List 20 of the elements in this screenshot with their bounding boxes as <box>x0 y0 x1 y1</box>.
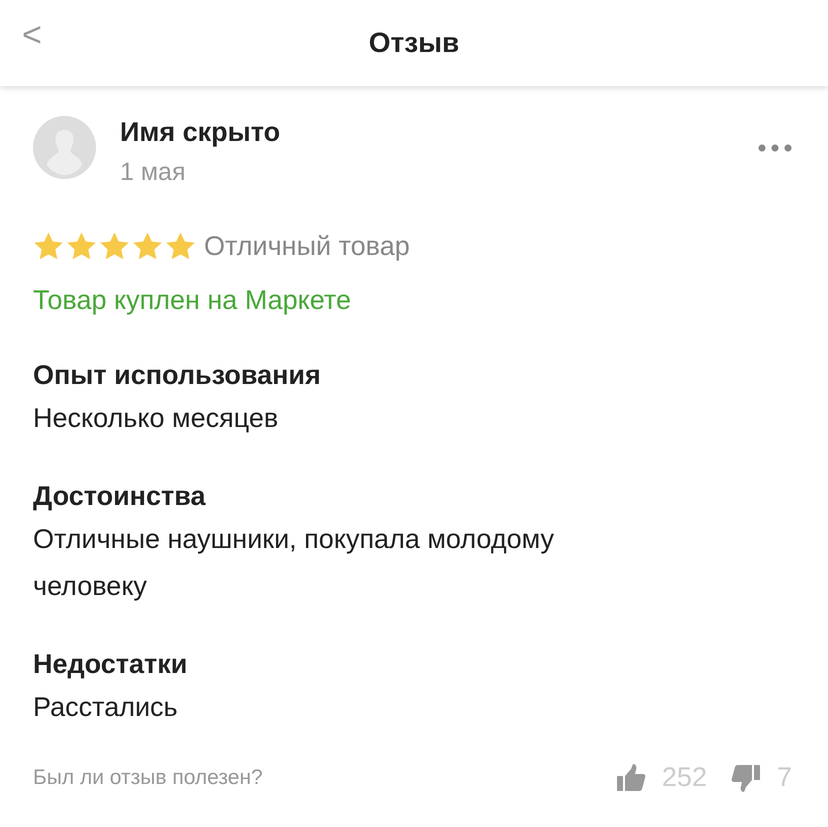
section-text: Несколько месяцев <box>33 402 280 435</box>
section-text: Отличные наушники, покупала молодому человеку <box>33 522 555 603</box>
author-name: Имя скрыто <box>120 116 282 148</box>
section-text: Расстались <box>33 691 179 724</box>
section-heading: Опыт использования <box>33 358 322 392</box>
page-title: Отзыв <box>368 26 460 60</box>
star-icon <box>66 231 97 262</box>
rating-text: Отличный товар <box>204 230 410 263</box>
review-date: 1 мая <box>120 157 186 188</box>
star-icon <box>99 231 130 262</box>
star-icon <box>33 231 64 262</box>
purchase-note: Товар куплен на Маркете <box>33 284 352 318</box>
section-heading: Достоинства <box>33 480 207 513</box>
dislike-icon[interactable] <box>730 762 761 793</box>
back-button[interactable]: < <box>18 18 46 52</box>
helpful-question: Был ли отзыв полезен? <box>33 764 264 791</box>
star-icon <box>132 231 163 262</box>
star-icon <box>165 231 196 262</box>
section-heading: Недостатки <box>33 648 188 682</box>
like-icon[interactable] <box>616 762 646 793</box>
